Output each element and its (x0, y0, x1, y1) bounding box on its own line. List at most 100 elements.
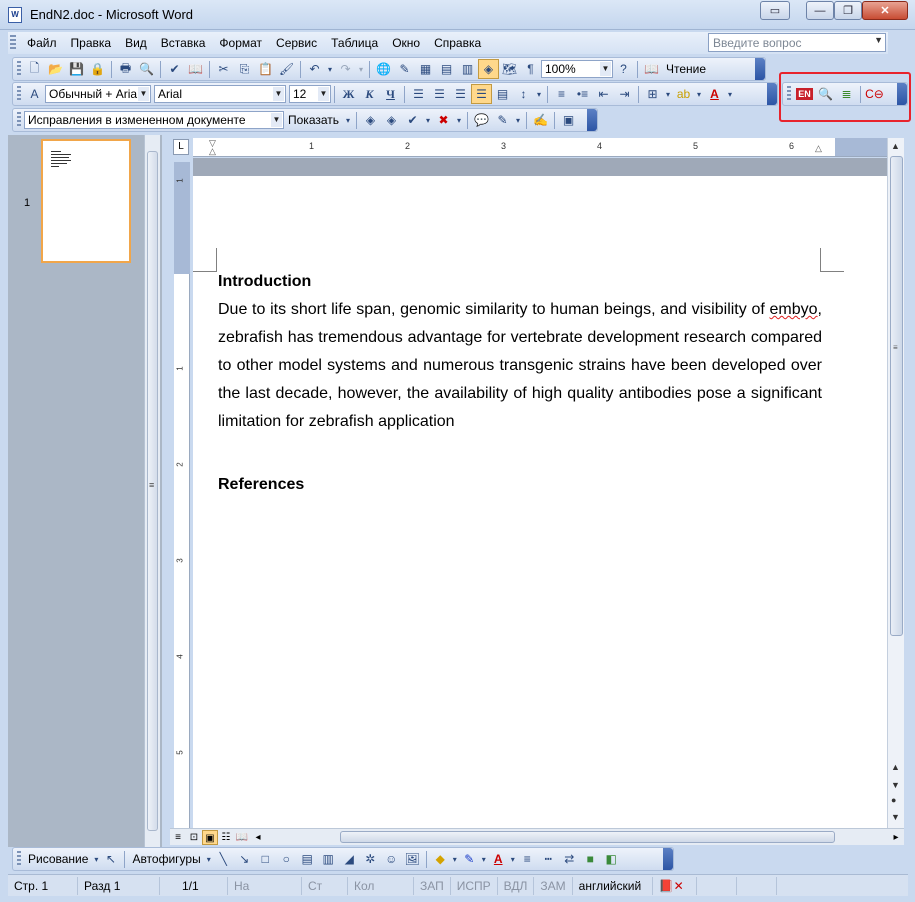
status-overtype[interactable]: ЗАМ (534, 876, 573, 895)
rectangle-icon[interactable]: □ (255, 849, 276, 869)
next-change-icon[interactable]: ◈ (381, 110, 402, 130)
display-for-review-select[interactable]: Исправления в измененном документе ▼ (24, 111, 284, 129)
print-layout-view-icon[interactable]: ▣ (202, 829, 218, 845)
print-preview-icon[interactable]: 🔍 (136, 59, 157, 79)
increase-indent-icon[interactable]: ⇥ (614, 84, 635, 104)
decrease-indent-icon[interactable]: ⇤ (593, 84, 614, 104)
line-color-icon[interactable]: ✎ (459, 849, 480, 869)
highlight-dropdown-icon[interactable]: ▾ (694, 84, 704, 104)
select-browse-object-icon[interactable]: ● (891, 795, 896, 805)
autoshapes-dropdown-icon[interactable]: ▾ (205, 849, 213, 869)
italic-icon[interactable]: К (359, 84, 380, 104)
vertical-scrollbar[interactable]: ▲ ≡ ▼ ▲ ● ▼ (887, 138, 904, 828)
review-pane-icon[interactable]: ▣ (558, 110, 579, 130)
borders-icon[interactable]: ⊞ (642, 84, 663, 104)
maximize-button[interactable]: ❐ (834, 1, 862, 20)
text-box-icon[interactable]: ▤ (297, 849, 318, 869)
distributed-icon[interactable]: ▤ (492, 84, 513, 104)
align-justify-icon[interactable]: ☰ (471, 84, 492, 104)
line-icon[interactable]: ╲ (213, 849, 234, 869)
document-page[interactable]: Introduction Due to its short life span,… (193, 158, 887, 828)
minimize-button[interactable]: — (806, 1, 834, 20)
help-circle-icon[interactable]: ? (613, 59, 634, 79)
align-center-icon[interactable]: ☰ (429, 84, 450, 104)
status-extend[interactable]: ВДЛ (498, 876, 535, 895)
borders-dropdown-icon[interactable]: ▾ (663, 84, 673, 104)
insert-comment-icon[interactable]: 💬 (471, 110, 492, 130)
spelling-status-icon[interactable]: 📕✕ (653, 876, 697, 895)
web-view-icon[interactable]: ⊡ (186, 830, 202, 845)
highlight-icon[interactable]: ab (673, 84, 694, 104)
hyperlink-icon[interactable]: 🌐 (373, 59, 394, 79)
zoom-dropdown-icon[interactable]: ▼ (600, 62, 611, 76)
close-button[interactable]: ✕ (862, 1, 908, 20)
menu-format[interactable]: Формат (212, 36, 269, 50)
redo-dropdown-icon[interactable]: ▾ (356, 59, 366, 79)
line-spacing-icon[interactable]: ↕ (513, 84, 534, 104)
font-select[interactable]: Arial ▼ (154, 85, 286, 103)
underline-icon[interactable]: Ч (380, 84, 401, 104)
vertical-ruler[interactable]: 1 1 2 3 4 5 (174, 162, 190, 830)
draw-menu-button[interactable]: Рисование (24, 852, 92, 866)
toolbar-options-icon[interactable] (755, 58, 765, 80)
permission-icon[interactable]: 🔒 (87, 59, 108, 79)
dash-style-icon[interactable]: ┅ (538, 849, 559, 869)
font-color-dropdown-icon[interactable]: ▾ (725, 84, 735, 104)
show-menu-button[interactable]: Показать (284, 113, 343, 127)
scroll-up-icon[interactable]: ▲ (891, 141, 900, 151)
reject-change-icon[interactable]: ✖ (433, 110, 454, 130)
font-size-dropdown-icon[interactable]: ▼ (318, 87, 329, 101)
page-thumbnail[interactable] (41, 139, 131, 263)
insert-picture-icon[interactable]: 🖼 (402, 849, 423, 869)
spelling-icon[interactable]: ✔ (164, 59, 185, 79)
status-record[interactable]: ЗАП (414, 876, 451, 895)
research-icon[interactable]: 📖 (185, 59, 206, 79)
scroll-right-icon[interactable]: ▸ (888, 830, 904, 845)
document-map-icon[interactable]: 🗺 (499, 59, 520, 79)
open-folder-icon[interactable]: 📂 (45, 59, 66, 79)
toolbar-options-icon[interactable] (663, 848, 673, 870)
insert-excel-icon[interactable]: ▤ (436, 59, 457, 79)
vertical-scroll-thumb[interactable]: ≡ (890, 156, 903, 636)
line-spacing-dropdown-icon[interactable]: ▾ (534, 84, 544, 104)
accept-dropdown-icon[interactable]: ▾ (423, 110, 433, 130)
intro-text-end[interactable]: , zebrafish has tremendous advantage for… (218, 301, 822, 430)
show-formatting-icon[interactable]: ¶ (520, 59, 541, 79)
help-icon[interactable]: ▭ (760, 1, 790, 20)
font-size-select[interactable]: 12 ▼ (289, 85, 331, 103)
copy-icon[interactable]: ⎘ (234, 59, 255, 79)
styles-formatting-icon[interactable]: A (24, 84, 45, 104)
intro-paragraph[interactable]: Due to its short life span, genomic simi… (218, 296, 822, 436)
read-mode-icon[interactable]: 📖 (641, 59, 662, 79)
toolbar-options-icon[interactable] (767, 83, 777, 105)
menu-help[interactable]: Справка (427, 36, 488, 50)
align-right-icon[interactable]: ☰ (450, 84, 471, 104)
print-icon[interactable]: 🖶 (115, 59, 136, 79)
horizontal-ruler[interactable]: 1 2 3 4 5 6 ▽ △ △ (193, 138, 887, 157)
style-select[interactable]: Обычный + Aria ▼ (45, 85, 151, 103)
menu-file[interactable]: Файл (20, 36, 64, 50)
fill-color-icon[interactable]: ◆ (430, 849, 451, 869)
thumbnail-scrollbar[interactable]: ≡ (144, 135, 160, 847)
undo-dropdown-icon[interactable]: ▾ (325, 59, 335, 79)
clip-art-icon[interactable]: ☺ (381, 849, 402, 869)
left-indent-marker[interactable]: △ (209, 146, 216, 157)
display-mode-dropdown-icon[interactable]: ▼ (271, 113, 282, 127)
shadow-icon[interactable]: ■ (580, 849, 601, 869)
style-dropdown-icon[interactable]: ▼ (138, 87, 149, 101)
3d-style-icon[interactable]: ◧ (601, 849, 622, 869)
menu-window[interactable]: Окно (385, 36, 427, 50)
numbering-icon[interactable]: ≡ (551, 84, 572, 104)
vertical-text-box-icon[interactable]: ▥ (318, 849, 339, 869)
redo-icon[interactable]: ↷ (335, 59, 356, 79)
horizontal-scroll-thumb[interactable] (340, 831, 835, 843)
read-mode-label[interactable]: Чтение (662, 62, 710, 76)
accept-change-icon[interactable]: ✔ (402, 110, 423, 130)
menu-table[interactable]: Таблица (324, 36, 385, 50)
scroll-left-icon[interactable]: ◂ (250, 830, 266, 845)
next-page-icon[interactable]: ▼ (891, 812, 900, 822)
toolbar-grip-icon[interactable] (17, 112, 21, 128)
menu-tools[interactable]: Сервис (269, 36, 324, 50)
wordart-icon[interactable]: ◢ (339, 849, 360, 869)
columns-icon[interactable]: ▥ (457, 59, 478, 79)
